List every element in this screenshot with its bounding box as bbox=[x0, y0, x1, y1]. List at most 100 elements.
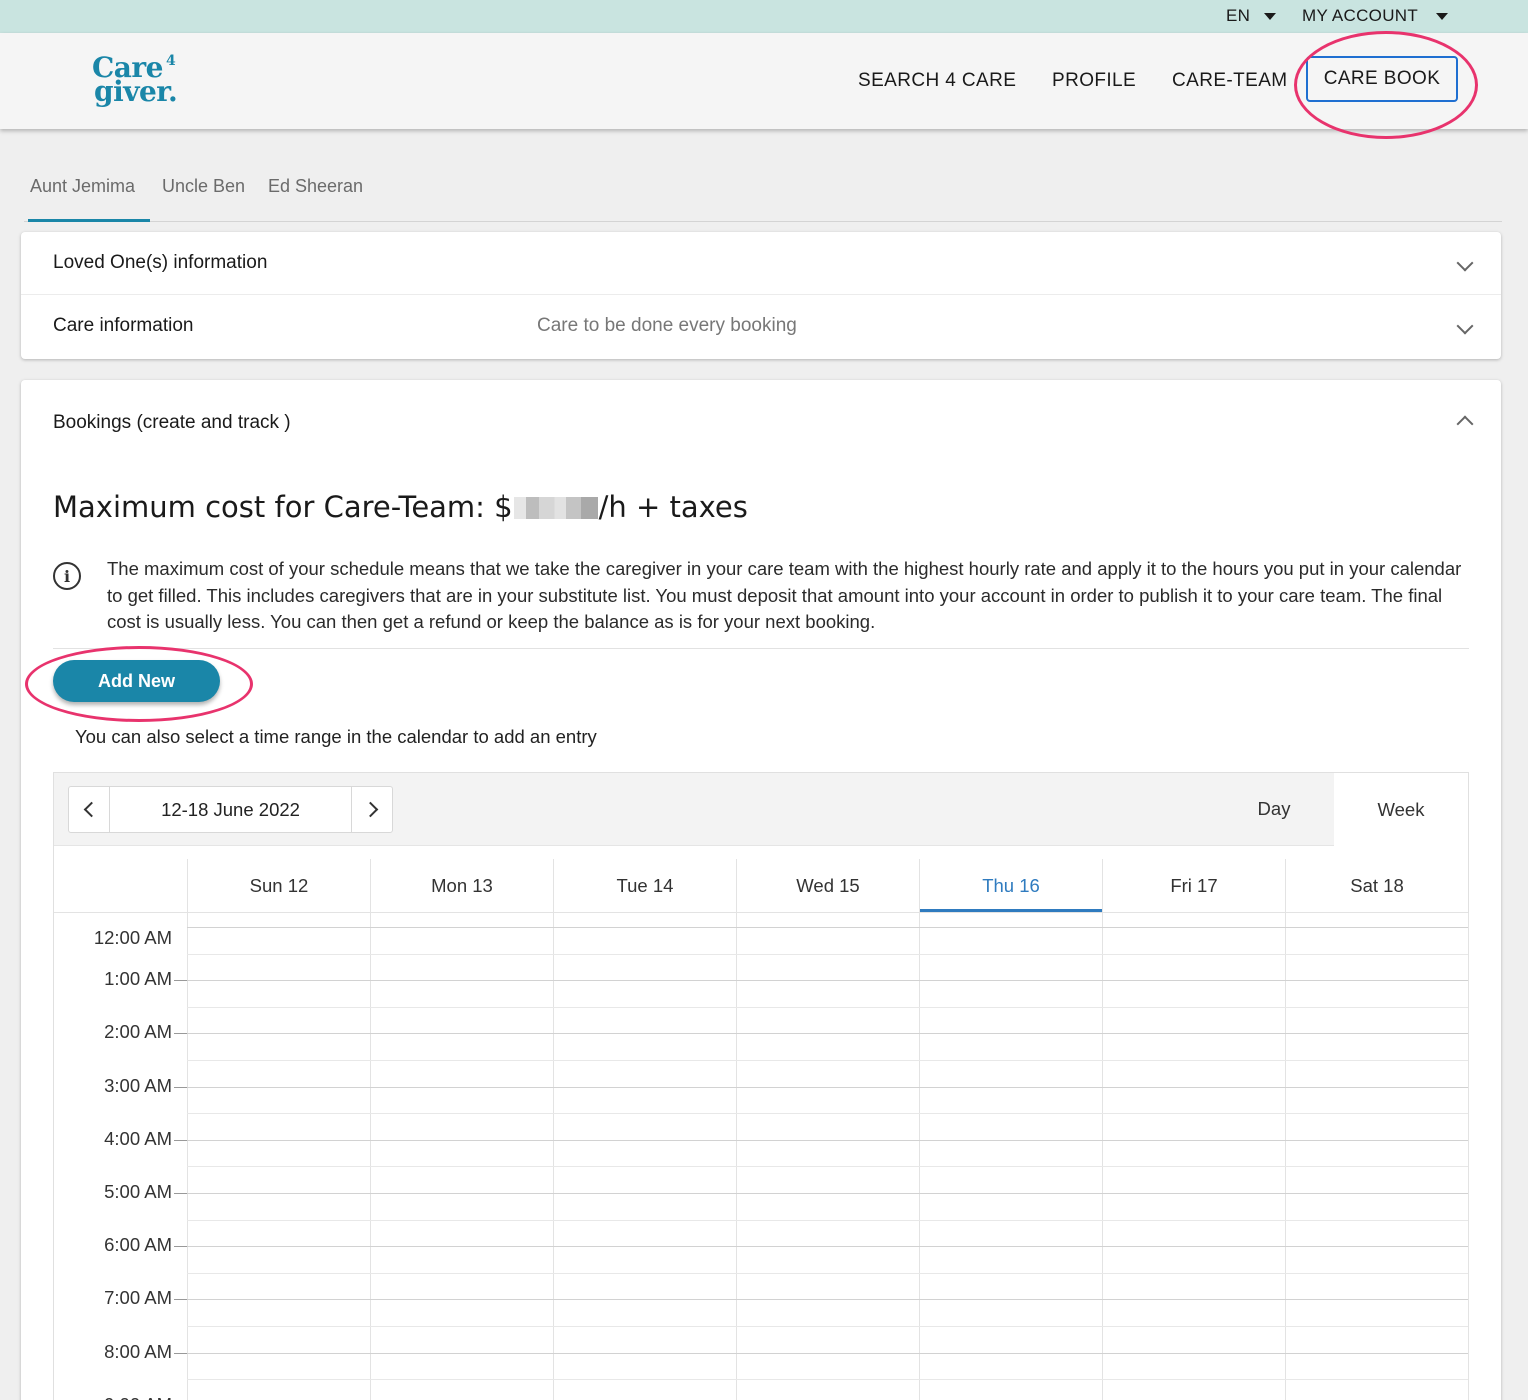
max-cost-suffix: /h + taxes bbox=[598, 490, 748, 524]
time-label: 1:00 AM bbox=[104, 968, 172, 990]
day-header-mon-13[interactable]: Mon 13 bbox=[370, 859, 553, 912]
half-hour-line bbox=[187, 1273, 1468, 1274]
day-header-sat-18[interactable]: Sat 18 bbox=[1285, 859, 1468, 912]
calendar-grid[interactable] bbox=[187, 913, 1469, 1400]
nav-care-team[interactable]: CARE-TEAM bbox=[1172, 70, 1288, 92]
time-tick bbox=[174, 1353, 188, 1354]
nav-search-4-care[interactable]: SEARCH 4 CARE bbox=[858, 70, 1016, 92]
accordion-loved-ones[interactable]: Loved One(s) information bbox=[21, 232, 1501, 295]
time-label: 7:00 AM bbox=[104, 1287, 172, 1309]
time-tick bbox=[174, 1246, 188, 1247]
half-hour-line bbox=[187, 1326, 1468, 1327]
nav-profile[interactable]: PROFILE bbox=[1052, 70, 1136, 92]
half-hour-line bbox=[187, 1060, 1468, 1061]
time-label: 2:00 AM bbox=[104, 1021, 172, 1043]
time-label: 3:00 AM bbox=[104, 1074, 172, 1096]
bookings-panel: Bookings (create and track ) Maximum cos… bbox=[21, 380, 1501, 1400]
info-icon: i bbox=[53, 562, 81, 590]
tab-uncle-ben[interactable]: Uncle Ben bbox=[162, 176, 245, 197]
day-header-label: Tue 14 bbox=[616, 874, 674, 896]
nav-care-book[interactable]: CARE BOOK bbox=[1306, 56, 1458, 102]
calendar-toolbar: 12-18 June 2022 Day Week bbox=[54, 773, 1468, 846]
day-header-label: Wed 15 bbox=[796, 874, 860, 896]
time-label: 9:00 AM bbox=[52, 1394, 172, 1400]
half-hour-line bbox=[187, 1379, 1468, 1380]
hour-line bbox=[187, 1353, 1468, 1354]
max-cost-prefix: Maximum cost for Care-Team: $ bbox=[53, 490, 513, 524]
time-tick bbox=[174, 1087, 188, 1088]
half-hour-line bbox=[187, 954, 1468, 955]
max-cost-heading: Maximum cost for Care-Team: $ /h + taxes bbox=[53, 490, 748, 524]
date-navigator: 12-18 June 2022 bbox=[68, 786, 393, 833]
top-utility-bar: EN MY ACCOUNT bbox=[0, 0, 1528, 33]
chevron-left-icon bbox=[83, 801, 99, 818]
view-day-button[interactable]: Day bbox=[1214, 773, 1334, 845]
my-account-label: MY ACCOUNT bbox=[1302, 6, 1419, 25]
logo-line-2: giver. bbox=[94, 75, 178, 108]
time-tick bbox=[174, 1299, 188, 1300]
time-tick bbox=[174, 1140, 188, 1141]
active-tab-indicator bbox=[28, 219, 150, 222]
previous-week-button[interactable] bbox=[69, 787, 110, 832]
time-tick bbox=[174, 1033, 188, 1034]
hour-line bbox=[187, 1299, 1468, 1300]
day-header-label: Mon 13 bbox=[431, 874, 493, 896]
day-header-label: Fri 17 bbox=[1170, 874, 1218, 896]
hour-line bbox=[187, 1087, 1468, 1088]
time-label: 12:00 AM bbox=[93, 927, 172, 948]
day-header-wed-15[interactable]: Wed 15 bbox=[736, 859, 919, 912]
day-header-label: Sun 12 bbox=[249, 874, 309, 896]
time-tick bbox=[174, 1193, 188, 1194]
day-header-thu-16[interactable]: Thu 16 bbox=[919, 859, 1102, 912]
calendar-hint: You can also select a time range in the … bbox=[75, 726, 597, 747]
logo-superscript: 4 bbox=[166, 53, 176, 69]
day-header-label: Sat 18 bbox=[1350, 874, 1404, 896]
loved-one-tabs: Aunt Jemima Uncle Ben Ed Sheeran bbox=[24, 170, 1502, 222]
language-selector[interactable]: EN bbox=[1226, 6, 1277, 26]
tab-aunt-jemima[interactable]: Aunt Jemima bbox=[30, 176, 135, 197]
day-header-fri-17[interactable]: Fri 17 bbox=[1102, 859, 1285, 912]
care4giver-logo[interactable]: Care 4 giver. bbox=[92, 51, 192, 111]
half-hour-line bbox=[187, 1007, 1468, 1008]
hour-line bbox=[187, 927, 1468, 928]
care-information-title: Care information bbox=[53, 315, 194, 336]
chevron-up-icon[interactable] bbox=[1456, 415, 1474, 433]
hour-line bbox=[187, 1033, 1468, 1034]
time-tick bbox=[174, 980, 188, 981]
time-label: 6:00 AM bbox=[104, 1234, 172, 1256]
date-range-label[interactable]: 12-18 June 2022 bbox=[110, 787, 351, 832]
chevron-down-icon[interactable] bbox=[1456, 254, 1474, 272]
half-hour-line bbox=[187, 1220, 1468, 1221]
time-label: 4:00 AM bbox=[104, 1127, 172, 1149]
chevron-right-icon bbox=[362, 801, 378, 818]
half-hour-line bbox=[187, 1166, 1468, 1167]
caret-down-icon bbox=[1264, 12, 1277, 20]
caret-down-icon bbox=[1436, 12, 1449, 20]
main-header: Care 4 giver. SEARCH 4 CARE PROFILE CARE… bbox=[0, 33, 1528, 129]
next-week-button[interactable] bbox=[351, 787, 392, 832]
week-calendar: 12-18 June 2022 Day Week Sun 12 Mon 13 Tue… bbox=[53, 772, 1469, 1400]
day-header-tue-14[interactable]: Tue 14 bbox=[553, 859, 736, 912]
hour-line bbox=[187, 1246, 1468, 1247]
chevron-down-icon[interactable] bbox=[1456, 317, 1474, 335]
day-header-sun-12[interactable]: Sun 12 bbox=[187, 859, 370, 912]
loved-ones-title: Loved One(s) information bbox=[53, 252, 268, 273]
divider bbox=[53, 648, 1469, 649]
my-account-menu[interactable]: MY ACCOUNT bbox=[1302, 6, 1449, 26]
view-week-button[interactable]: Week bbox=[1334, 773, 1468, 846]
hour-line bbox=[187, 980, 1468, 981]
day-column-line bbox=[1468, 913, 1469, 1400]
max-cost-explanation: The maximum cost of your schedule means … bbox=[107, 558, 1462, 632]
redacted-rate bbox=[513, 497, 598, 519]
day-header-label: Thu 16 bbox=[982, 874, 1040, 896]
language-label: EN bbox=[1226, 6, 1251, 25]
time-label: 5:00 AM bbox=[104, 1181, 172, 1202]
care-information-subtitle: Care to be done every booking bbox=[537, 315, 797, 336]
hour-line bbox=[187, 1140, 1468, 1141]
time-label: 8:00 AM bbox=[104, 1340, 172, 1362]
tab-ed-sheeran[interactable]: Ed Sheeran bbox=[268, 176, 363, 197]
accordion-care-information[interactable]: Care information Care to be done every b… bbox=[21, 295, 1501, 358]
half-hour-line bbox=[187, 1113, 1468, 1114]
add-new-button[interactable]: Add New bbox=[53, 660, 220, 702]
info-accordion: Loved One(s) information Care informatio… bbox=[21, 232, 1501, 359]
